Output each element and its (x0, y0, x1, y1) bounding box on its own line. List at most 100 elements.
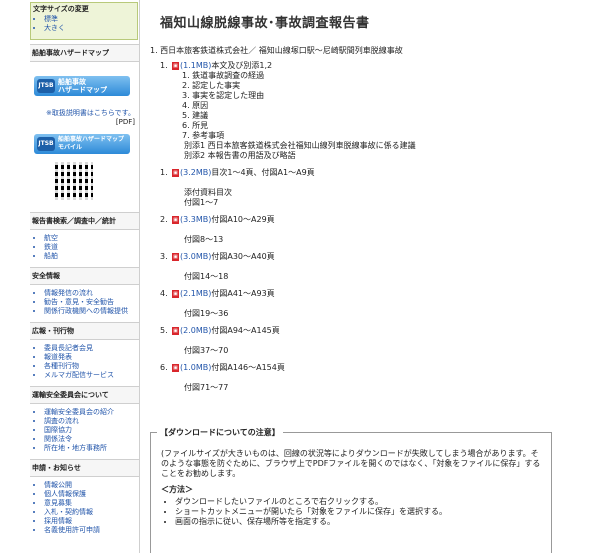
sidebar-section-list: 情報発信の流れ勧告・意見・安全勧告関係行政機関への情報提供 (30, 289, 139, 316)
sidebar-link[interactable]: 関係行政機関への情報提供 (44, 307, 139, 316)
sidebar: 文字サイズの変更 標準 大きく 船舶事故ハザードマップ JTSB 船舶事故 ハザ… (30, 0, 140, 553)
chapter-item: 4. 原因 (182, 101, 209, 110)
download-notice-box: 【ダウンロードについての注意】 (ファイルサイズが大きいものは、回線の状況等によ… (150, 427, 552, 553)
document-number: 1. (160, 61, 168, 70)
pdf-icon[interactable]: ▣ (172, 326, 179, 335)
font-size-large-link[interactable]: 大きく (44, 24, 137, 33)
document-note (184, 373, 600, 383)
sidebar-link[interactable]: 鉄道 (44, 243, 139, 252)
sidebar-section-list: 委員長記者会見報道発表各種刊行物メルマガ配信サービス (30, 344, 139, 380)
pdf-icon[interactable]: ▣ (172, 61, 179, 70)
sidebar-link[interactable]: 入札・契約情報 (44, 508, 139, 517)
document-item: 5. ▣ (2.0MB)付図A94～A145頁 付図37～70 (160, 325, 600, 356)
hazard-map-title: 船舶事故ハザードマップ (30, 44, 139, 62)
hazard-map-banner[interactable]: JTSB 船舶事故 ハザードマップ (34, 76, 130, 96)
chapter-list: 1. 鉄道事故調査の経過 2. 認定した事実 3. 事実を認定した理由 4. 原因 5.… (182, 71, 600, 141)
sidebar-link[interactable]: 国際協力 (44, 426, 139, 435)
sidebar-link[interactable]: 個人情報保護 (44, 490, 139, 499)
document-note: 付図1～7 (184, 198, 219, 207)
sidebar-section-list: 情報公開個人情報保護意見募集入札・契約情報採用情報名義使用許可申請 (30, 481, 139, 535)
sidebar-section-title: 運輸安全委員会について (30, 386, 139, 404)
method-step: 画面の指示に従い、保存場所等を指定する。 (175, 517, 541, 527)
document-number: 4. (160, 289, 168, 298)
document-description: 付図A41～A93頁 (211, 289, 275, 298)
sidebar-section-title: 安全情報 (30, 267, 139, 285)
main-content: 福知山線脱線事故･事故調査報告書 1. 西日本旅客鉄道株式会社／ 福知山線塚口駅… (140, 0, 600, 553)
document-number: 3. (160, 252, 168, 261)
sidebar-section-title: 報告書検索／調査中／統計 (30, 212, 139, 230)
pdf-size-link[interactable]: (2.0MB) (180, 326, 211, 335)
document-note: 付図71～77 (184, 383, 229, 392)
document-note (184, 178, 600, 188)
pdf-size-link[interactable]: (3.3MB) (180, 215, 211, 224)
hazard-map-mobile-banner[interactable]: JTSB 船舶事故ハザードマップ モバイル (34, 134, 130, 154)
sidebar-link[interactable]: 委員長記者会見 (44, 344, 139, 353)
document-note (184, 225, 600, 235)
pdf-icon[interactable]: ▣ (172, 215, 179, 224)
font-size-title: 文字サイズの変更 (33, 5, 89, 13)
document-note (184, 262, 600, 272)
sidebar-link[interactable]: 勧告・意見・安全勧告 (44, 298, 139, 307)
pdf-icon[interactable]: ▣ (172, 363, 179, 372)
pdf-size-link[interactable]: (1.0MB) (180, 363, 211, 372)
sidebar-link[interactable]: 各種刊行物 (44, 362, 139, 371)
sidebar-link[interactable]: 意見募集 (44, 499, 139, 508)
document-description: 付図A30～A40頁 (211, 252, 275, 261)
document-note (184, 299, 600, 309)
sidebar-sections: 報告書検索／調査中／統計航空鉄道船舶安全情報情報発信の流れ勧告・意見・安全勧告関… (30, 212, 139, 535)
document-description: 本文及び別添1,2 (211, 61, 273, 70)
chapter-item: 7. 参考事項 (182, 131, 225, 140)
pdf-icon[interactable]: ▣ (172, 168, 179, 177)
sidebar-section-list: 運輸安全委員会の紹介調査の流れ国際協力関係法令所在地・地方事務所 (30, 408, 139, 453)
method-title: ＜方法＞ (161, 485, 193, 494)
sidebar-link[interactable]: 情報公開 (44, 481, 139, 490)
pdf-size-link[interactable]: (3.0MB) (180, 252, 211, 261)
chapter-item: 6. 所見 (182, 121, 209, 130)
download-notice-title: 【ダウンロードについての注意】 (157, 427, 283, 438)
sidebar-link[interactable]: 運輸安全委員会の紹介 (44, 408, 139, 417)
document-number: 5. (160, 326, 168, 335)
sidebar-section-title: 広報・刊行物 (30, 322, 139, 340)
method-step: ショートカットメニューが開いたら「対象をファイルに保存」を選択する。 (175, 507, 541, 517)
document-description: 目次1～4頁、付図A1～A9頁 (211, 168, 315, 177)
sidebar-link[interactable]: 所在地・地方事務所 (44, 444, 139, 453)
pdf-icon[interactable]: ▣ (172, 252, 179, 261)
chapter-item: 5. 建議 (182, 111, 209, 120)
document-description: 付図A10～A29頁 (211, 215, 275, 224)
pdf-size-link[interactable]: (1.1MB) (180, 61, 211, 70)
document-item: 2. ▣ (3.3MB)付図A10～A29頁 付図8～13 (160, 214, 600, 245)
pdf-icon[interactable]: ▣ (172, 289, 179, 298)
font-size-standard-link[interactable]: 標準 (44, 15, 137, 24)
method-step: ダウンロードしたいファイルのところで右クリックする。 (175, 497, 541, 507)
jtsb-logo-icon: JTSB (37, 79, 55, 93)
manual-link[interactable]: ※取扱説明書はこちらです。 (30, 108, 139, 118)
document-description: 付図A146～A154頁 (211, 363, 285, 372)
pdf-size-link[interactable]: (2.1MB) (180, 289, 211, 298)
sidebar-link[interactable]: 名義使用許可申請 (44, 526, 139, 535)
chapter-item: 3. 事実を認定した理由 (182, 91, 265, 100)
download-notice-text: (ファイルサイズが大きいものは、回線の状況等によりダウンロードが失敗してしまう場… (161, 449, 541, 478)
sidebar-link[interactable]: 情報発信の流れ (44, 289, 139, 298)
document-item: 1. ▣ (3.2MB)目次1～4頁、付図A1～A9頁 添付資料目次 付図1～7 (160, 167, 600, 208)
pdf-note: [PDF] (115, 118, 135, 126)
document-note: 付図37～70 (184, 346, 229, 355)
chapter-item: 1. 鉄道事故調査の経過 (182, 71, 265, 80)
sidebar-section-list: 航空鉄道船舶 (30, 234, 139, 261)
document-note: 別添1 西日本旅客鉄道株式会社福知山線列車脱線事故に係る建議 (184, 141, 416, 150)
sidebar-link[interactable]: 採用情報 (44, 517, 139, 526)
sidebar-section-title: 申請・お知らせ (30, 459, 139, 477)
sidebar-link[interactable]: 関係法令 (44, 435, 139, 444)
page-title: 福知山線脱線事故･事故調査報告書 (160, 16, 370, 31)
page: 文字サイズの変更 標準 大きく 船舶事故ハザードマップ JTSB 船舶事故 ハザ… (0, 0, 600, 553)
font-size-panel: 文字サイズの変更 標準 大きく (30, 2, 138, 40)
document-number: 2. (160, 215, 168, 224)
sidebar-link[interactable]: 報道発表 (44, 353, 139, 362)
sidebar-link[interactable]: 航空 (44, 234, 139, 243)
report-heading: 1. 西日本旅客鉄道株式会社／ 福知山線塚口駅～尼崎駅間列車脱線事故 (150, 46, 403, 55)
sidebar-link[interactable]: 船舶 (44, 252, 139, 261)
document-note: 付図14～18 (184, 272, 229, 281)
sidebar-link[interactable]: 調査の流れ (44, 417, 139, 426)
sidebar-link[interactable]: メルマガ配信サービス (44, 371, 139, 380)
pdf-size-link[interactable]: (3.2MB) (180, 168, 211, 177)
document-note (184, 336, 600, 346)
